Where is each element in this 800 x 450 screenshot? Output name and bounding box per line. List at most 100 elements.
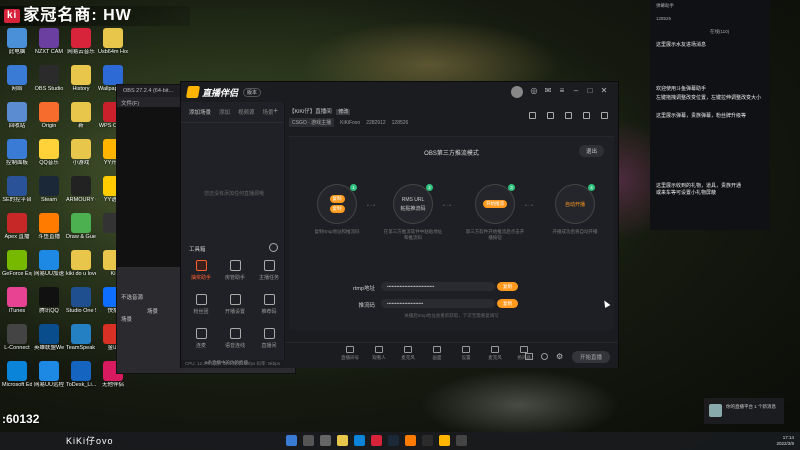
stream-key-field[interactable]: •••••••••••••••••••••••	[381, 299, 495, 308]
close-icon[interactable]: ✕	[599, 86, 609, 95]
desktop-icon[interactable]: L-Connect	[2, 324, 32, 352]
desktop-icon[interactable]: NZXT CAM	[34, 28, 64, 56]
sidebar-tab[interactable]: 视频源	[238, 108, 255, 116]
copy-rtmp-button[interactable]: 复制	[497, 282, 518, 291]
bell-icon[interactable]	[583, 112, 590, 119]
tool-item[interactable]: 语音连线	[221, 328, 249, 349]
bottom-toolbar-item[interactable]: 画面	[426, 346, 448, 361]
task-view-icon[interactable]	[320, 435, 331, 446]
settings-gear-icon[interactable]: ⚙	[556, 352, 563, 361]
app-icon[interactable]	[456, 435, 467, 446]
rtmp-field[interactable]: ••••••••••••••••••••••••••••••	[381, 282, 495, 291]
edge-icon[interactable]	[354, 435, 365, 446]
desktop-icon[interactable]: Usb64m Hosts Edit	[98, 28, 128, 56]
desktop-icon[interactable]: 新	[66, 102, 96, 130]
desktop-icon[interactable]: 网络	[2, 65, 32, 93]
desktop-icon-label: Studio One 5	[66, 308, 96, 314]
desktop-icon[interactable]: Steam	[34, 176, 64, 204]
sidebar-tab[interactable]: 添加	[219, 108, 230, 116]
desktop-icon[interactable]: 此电脑	[2, 28, 32, 56]
copy-key-button[interactable]: 复制	[497, 299, 518, 308]
tool-item[interactable]: 推荐码	[255, 294, 283, 315]
add-scene-icon[interactable]: +	[273, 106, 278, 115]
system-tray[interactable]: 17:14 2022/3/8	[776, 435, 794, 446]
desktop-icon[interactable]: ARMOURY CRATE	[66, 176, 96, 204]
desktop-icon[interactable]: 网易云音乐	[66, 28, 96, 56]
desktop-icon[interactable]: Origin	[34, 102, 64, 130]
tool-item[interactable]: 连麦	[187, 328, 215, 349]
room-edit-button[interactable]: 修改	[336, 109, 351, 115]
bottom-toolbar-item[interactable]: 麦克风	[397, 346, 419, 361]
room-category[interactable]: CSGO · 游戏主播	[289, 118, 335, 127]
desktop-icon[interactable]: iTunes	[2, 287, 32, 315]
save-icon[interactable]	[565, 112, 572, 119]
bottom-toolbar-item[interactable]: 直播间号	[339, 346, 361, 361]
app-name: 直播伴侣	[202, 87, 239, 98]
sidebar-tab[interactable]: 场景	[263, 108, 274, 116]
tool-item[interactable]: 抽奖助手	[187, 260, 215, 281]
desktop-icon[interactable]: Apex 直播	[2, 213, 32, 241]
desktop-icon[interactable]: GeForce Experience	[2, 250, 32, 278]
desktop-icon-label: GeForce Experience	[2, 271, 32, 277]
skin-icon[interactable]: ◎	[529, 86, 539, 95]
mail-icon[interactable]: ✉	[543, 86, 553, 95]
screen-icon[interactable]	[525, 353, 533, 360]
file-explorer-icon[interactable]	[337, 435, 348, 446]
tool-item[interactable]: 粉丝团	[187, 294, 215, 315]
gift-icon[interactable]	[529, 112, 536, 119]
desktop-icon[interactable]: 网易UU加速器	[34, 250, 64, 278]
bottom-toolbar-item[interactable]: 设置	[455, 346, 477, 361]
desktop-icon[interactable]: Studio One 5	[66, 287, 96, 315]
desktop-icon[interactable]: 斗鱼直播	[34, 213, 64, 241]
desktop-icon[interactable]: QQ音乐	[34, 139, 64, 167]
tool-item[interactable]: 直播间	[255, 328, 283, 349]
tool-item[interactable]: 主播任务	[255, 260, 283, 281]
desktop-icon[interactable]: 英雄联盟WeGame平台	[34, 324, 64, 352]
start-icon[interactable]	[286, 435, 297, 446]
desktop-icon[interactable]: TeamSpeak 3	[66, 324, 96, 352]
desktop-icon[interactable]: OBS Studio	[34, 65, 64, 93]
chat-message: 这里展示弹幕，贵族弹幕，粉丝牌升级等	[656, 113, 747, 119]
avatar[interactable]	[511, 86, 523, 98]
eye-icon[interactable]	[541, 353, 548, 360]
desktop-icon[interactable]: 网易UU远程	[34, 361, 64, 389]
app-version-badge[interactable]: 版本	[243, 87, 262, 97]
step-circle: 4 自动开播	[555, 184, 595, 224]
tool-item[interactable]: 开播设置	[221, 294, 249, 315]
desktop-icon[interactable]: 腾讯QQ	[34, 287, 64, 315]
obs-icon[interactable]	[422, 435, 433, 446]
desktop-icon[interactable]: SE的控平台	[2, 176, 32, 204]
desktop-icon[interactable]: 回收站	[2, 102, 32, 130]
desktop-icon[interactable]: 小游戏	[66, 139, 96, 167]
desktop-icon[interactable]: Microsoft Edge	[2, 361, 32, 389]
room-id: 2282912	[366, 119, 386, 126]
desktop-icon[interactable]: ToDesk_Li...	[66, 361, 96, 389]
minimize-icon[interactable]: –	[571, 86, 581, 95]
tool-item[interactable]: 房管助手	[221, 260, 249, 281]
douyu-live-companion-window[interactable]: 直播伴侣 版本 ◎ ✉ ≡ – □ ✕ 添加场景 添加 视频源 场景 + 您还没有添加…	[180, 81, 619, 368]
sidebar-tab[interactable]: 添加场景	[189, 108, 211, 116]
app-icon[interactable]	[371, 435, 382, 446]
live-companion-icon[interactable]	[439, 435, 450, 446]
steam-icon[interactable]	[388, 435, 399, 446]
menu-icon[interactable]: ≡	[557, 86, 567, 95]
exit-button[interactable]: 退出	[578, 145, 604, 157]
obs-mode-panel: OBS第三方推流模式 退出 1 复制 复制 复制rtmp地址和推流码 • ◦ • 2 RMS…	[289, 136, 614, 330]
wallet-icon[interactable]	[547, 112, 554, 119]
start-live-button[interactable]: 开始直播	[571, 351, 610, 363]
desktop-icon[interactable]: History	[66, 65, 96, 93]
tools-toggle-icon[interactable]	[269, 243, 278, 252]
desktop-icon[interactable]: 控制面板	[2, 139, 32, 167]
desktop-icon[interactable]: Draw & Guess	[66, 213, 96, 241]
bottom-toolbar-item[interactable]: 观看人	[368, 346, 390, 361]
desktop-icon[interactable]: kiki do u love me	[66, 250, 96, 278]
app-titlebar: 直播伴侣 版本 ◎ ✉ ≡ – □ ✕	[181, 82, 618, 102]
bottom-toolbar-item[interactable]: 麦克风	[484, 346, 506, 361]
toolbar-label: 麦克风	[401, 355, 415, 360]
douyu-icon[interactable]	[405, 435, 416, 446]
search-icon[interactable]	[303, 435, 314, 446]
app-icon	[71, 176, 91, 196]
maximize-icon[interactable]: □	[585, 86, 595, 95]
share-icon[interactable]	[601, 112, 608, 119]
notification-toast[interactable]: 你的直播平台 1 个新消息	[704, 398, 784, 424]
